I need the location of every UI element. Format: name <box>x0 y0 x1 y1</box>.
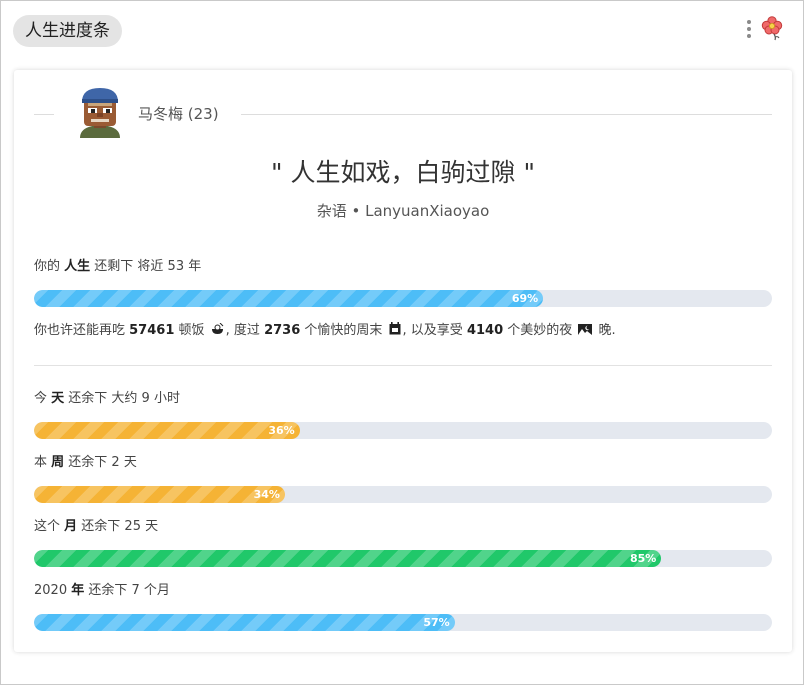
more-vertical-icon[interactable] <box>745 20 753 42</box>
day-prefix: 今 <box>34 391 52 406</box>
month-progress-bar: 85% <box>34 550 772 567</box>
nights-count: 4140 <box>466 323 504 338</box>
week-progress-bar: 34% <box>34 486 772 503</box>
day-remaining-text: 今 天 还余下 大约 9 小时 <box>34 390 180 408</box>
rice-bowl-icon <box>211 323 224 334</box>
day-suffix: 还余下 大约 9 小时 <box>64 391 180 406</box>
day-progress-label: 36% <box>268 424 295 437</box>
month-suffix: 还余下 25 天 <box>77 519 159 534</box>
life-progress-fill: 69% <box>34 290 544 307</box>
month-remaining-text: 这个 月 还余下 25 天 <box>34 518 158 536</box>
life-progress-card: 马冬梅 (23) " 人生如戏，白驹过隙 " 杂语 • LanyuanXiaoy… <box>14 70 792 652</box>
moon-night-icon <box>578 324 593 335</box>
month-progress-fill: 85% <box>34 550 662 567</box>
stats-text-5: , 以及享受 <box>402 323 467 338</box>
year-prefix: 2020 <box>34 583 72 598</box>
year-suffix: 还余下 7 个月 <box>84 583 170 598</box>
stats-text-4: 个愉快的周末 <box>300 323 383 338</box>
flower-icon[interactable] <box>760 15 784 41</box>
avatar[interactable] <box>74 86 126 138</box>
calendar-icon <box>389 322 401 335</box>
day-bold: 天 <box>51 391 65 406</box>
month-prefix: 这个 <box>34 519 65 534</box>
life-bold: 人生 <box>64 259 91 274</box>
life-suffix: 还剩下 将近 53 年 <box>90 259 202 274</box>
week-bold: 周 <box>51 455 65 470</box>
year-remaining-text: 2020 年 还余下 7 个月 <box>34 582 170 600</box>
year-bold: 年 <box>71 583 85 598</box>
quote-source: 杂语 • LanyuanXiaoyao <box>316 202 490 220</box>
app-window: 人生进度条 马冬梅 (23) " 人生如戏，白驹过隙 " 杂语 • Lanyua… <box>0 0 804 685</box>
life-stats-text: 你也许还能再吃 57461 顿饭 , 度过 2736 个愉快的周末 , 以及享受… <box>34 322 616 340</box>
week-progress-label: 34% <box>253 488 280 501</box>
year-progress-fill: 57% <box>34 614 455 631</box>
divider-left <box>34 114 54 115</box>
life-progress-label: 69% <box>511 292 539 305</box>
stats-text-2: 顿饭 <box>174 323 205 338</box>
user-name: 马冬梅 (23) <box>138 105 219 123</box>
year-progress-label: 57% <box>423 616 450 629</box>
page-title[interactable]: 人生进度条 <box>13 15 122 47</box>
weekends-count: 2736 <box>264 323 301 338</box>
year-progress-bar: 57% <box>34 614 772 631</box>
day-progress-bar: 36% <box>34 422 772 439</box>
section-divider <box>34 365 772 366</box>
life-prefix: 你的 <box>34 259 65 274</box>
week-prefix: 本 <box>34 455 52 470</box>
month-bold: 月 <box>64 519 78 534</box>
day-progress-fill: 36% <box>34 422 300 439</box>
stats-text-7: 晚. <box>594 323 616 338</box>
week-remaining-text: 本 周 还余下 2 天 <box>34 454 137 472</box>
stats-text-6: 个美妙的夜 <box>503 323 573 338</box>
stats-text-3: , 度过 <box>225 323 265 338</box>
life-remaining-text: 你的 人生 还剩下 将近 53 年 <box>34 258 201 276</box>
week-progress-fill: 34% <box>34 486 285 503</box>
month-progress-label: 85% <box>629 552 657 565</box>
life-progress-bar: 69% <box>34 290 772 307</box>
divider-right <box>241 114 772 115</box>
meals-count: 57461 <box>129 323 175 338</box>
week-suffix: 还余下 2 天 <box>64 455 137 470</box>
quote-text: " 人生如戏，白驹过隙 " <box>271 158 535 187</box>
stats-text-1: 你也许还能再吃 <box>34 323 130 338</box>
